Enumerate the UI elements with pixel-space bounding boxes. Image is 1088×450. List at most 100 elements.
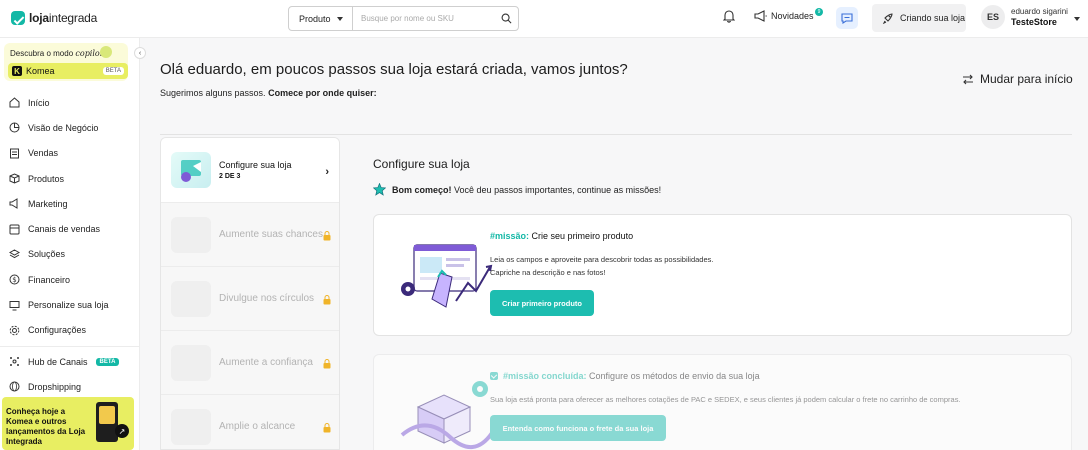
sidebar-item-visao-de-negocio[interactable]: Visão de Negócio [0, 115, 140, 140]
sidebar-item-vendas[interactable]: Vendas [0, 141, 140, 166]
step-configure-loja[interactable]: Configure sua loja 2 DE 3 › [161, 138, 339, 203]
promo-text: Conheça hoje a Komea e outros lançamento… [6, 407, 86, 446]
sidebar-collapse-button[interactable]: ‹ [134, 47, 146, 59]
step-label: Aumente suas chances [219, 229, 323, 240]
chances-icon [171, 216, 211, 253]
shipping-info-button[interactable]: Entenda como funciona o frete da sua loj… [490, 415, 666, 441]
sidebar-item-label: Vendas [28, 148, 59, 159]
globe-icon [9, 381, 20, 392]
robot-icon [100, 46, 112, 58]
komea-button[interactable]: K Komea BETA [8, 63, 128, 79]
sidebar-item-label: Visão de Negócio [28, 122, 99, 133]
copilot-banner[interactable]: Descubra o modo copiloto K Komea BETA [4, 43, 128, 81]
store-setup-icon [171, 152, 211, 188]
search-bar: Produto [288, 6, 519, 31]
step-aumente-confianca[interactable]: Aumente a confiança [161, 331, 339, 395]
lock-icon [323, 423, 331, 433]
lock-icon [323, 231, 331, 241]
rocket-icon [882, 13, 893, 24]
novidades-count-badge: 9 [815, 8, 823, 16]
sidebar-item-label: Soluções [28, 249, 66, 260]
hub-icon [10, 357, 19, 367]
sidebar-item-canais-de-vendas[interactable]: Canais de vendas [0, 216, 140, 241]
page-subtitle: Sugerimos alguns passos. Comece por onde… [160, 88, 377, 98]
lock-icon [323, 359, 331, 369]
chevron-right-icon: › [325, 166, 329, 178]
step-aumente-chances[interactable]: Aumente suas chances [161, 203, 339, 267]
mission-description: Sua loja está pronta para oferecer as me… [490, 395, 961, 404]
checkbox-checked-icon [490, 372, 498, 380]
copilot-title: Descubra o modo copiloto [10, 49, 108, 58]
top-bar: lojaintegrada Produto Novidades 9 Criand [0, 0, 1088, 38]
box-icon [9, 173, 20, 184]
sidebar-item-configuracoes[interactable]: Configurações [0, 318, 140, 343]
reach-icon [171, 408, 211, 445]
komea-logo-icon: K [12, 66, 22, 76]
logo-mark-icon [11, 11, 25, 25]
layers-icon [9, 249, 20, 258]
sidebar-item-financeiro[interactable]: $ Financeiro [0, 267, 140, 292]
panel-title: Configure sua loja [373, 157, 470, 171]
dollar-icon: $ [9, 274, 20, 285]
switch-to-home-button[interactable]: Mudar para início [962, 72, 1073, 86]
komea-promo-banner[interactable]: Conheça hoje a Komea e outros lançamento… [2, 397, 134, 450]
phone-illustration [96, 402, 118, 442]
step-label: Configure sua loja [219, 160, 292, 170]
novidades-label: Novidades [771, 11, 814, 21]
product-illustration [401, 244, 493, 308]
sidebar-item-label: Início [28, 97, 50, 108]
create-store-button[interactable]: Criando sua loja [872, 4, 966, 32]
step-amplie-alcance[interactable]: Amplie o alcance [161, 395, 339, 449]
sidebar-item-label: Personalize sua loja [28, 300, 109, 311]
create-first-product-button[interactable]: Criar primeiro produto [490, 290, 594, 316]
megaphone-icon [9, 198, 18, 210]
sidebar-item-personalize[interactable]: Personalize sua loja [0, 292, 140, 317]
komea-label: Komea [26, 66, 55, 76]
circles-icon [171, 280, 211, 317]
panel-subtitle: Bom começo! Você deu passos importantes,… [373, 183, 661, 196]
mission-title: #missão concluída: Configure os métodos … [490, 371, 760, 381]
komea-beta-badge: BETA [102, 67, 124, 75]
user-menu[interactable]: ES eduardo sigarini TesteStore [981, 5, 1080, 29]
step-label: Amplie o alcance [219, 421, 296, 432]
mission-description: Leia os campos e aproveite para descobri… [490, 255, 714, 277]
megaphone-icon [754, 10, 767, 22]
sidebar-item-marketing[interactable]: Marketing [0, 191, 140, 216]
brand-logo[interactable]: lojaintegrada [11, 11, 97, 25]
notifications-button[interactable] [722, 9, 736, 28]
sidebar-item-solucoes[interactable]: Soluções [0, 242, 140, 267]
sidebar-item-inicio[interactable]: Início [0, 90, 140, 115]
sidebar-item-dropshipping[interactable]: Dropshipping [0, 374, 140, 399]
step-label: Aumente a confiança [219, 357, 313, 368]
search-scope-label: Produto [299, 13, 331, 24]
arrow-up-right-icon[interactable]: ↗ [115, 424, 129, 438]
search-icon [501, 13, 511, 24]
user-name: eduardo sigarini [1011, 7, 1068, 16]
search-scope-select[interactable]: Produto [289, 7, 353, 30]
step-label: Divulgue nos círculos [219, 293, 315, 304]
chart-icon [9, 122, 20, 133]
mission-card: #missão: Crie seu primeiro produto Leia … [373, 214, 1072, 336]
trust-icon [171, 344, 211, 381]
sidebar-item-label: Canais de vendas [28, 224, 101, 235]
sidebar-item-hub-de-canais[interactable]: Hub de Canais BETA [0, 349, 140, 374]
avatar: ES [981, 5, 1005, 29]
user-info: eduardo sigarini TesteStore [1011, 7, 1068, 27]
chat-button[interactable] [836, 7, 858, 29]
create-store-label: Criando sua loja [900, 13, 966, 23]
mission-card-completed: #missão concluída: Configure os métodos … [373, 354, 1072, 450]
sidebar-item-produtos[interactable]: Produtos [0, 166, 140, 191]
svg-text:$: $ [12, 276, 16, 284]
chevron-down-icon [1073, 16, 1080, 21]
bell-icon [722, 10, 736, 23]
novidades-button[interactable]: Novidades [754, 10, 814, 22]
step-divulgue-circulos[interactable]: Divulgue nos círculos [161, 267, 339, 331]
beta-badge: BETA [95, 357, 120, 366]
search-input[interactable] [353, 14, 494, 23]
sidebar-item-label: Produtos [28, 173, 65, 184]
receipt-icon [10, 148, 19, 159]
search-button[interactable] [494, 7, 518, 30]
sidebar-item-label: Dropshipping [28, 381, 82, 392]
brand-name: lojaintegrada [29, 11, 98, 25]
chat-icon [841, 12, 853, 24]
